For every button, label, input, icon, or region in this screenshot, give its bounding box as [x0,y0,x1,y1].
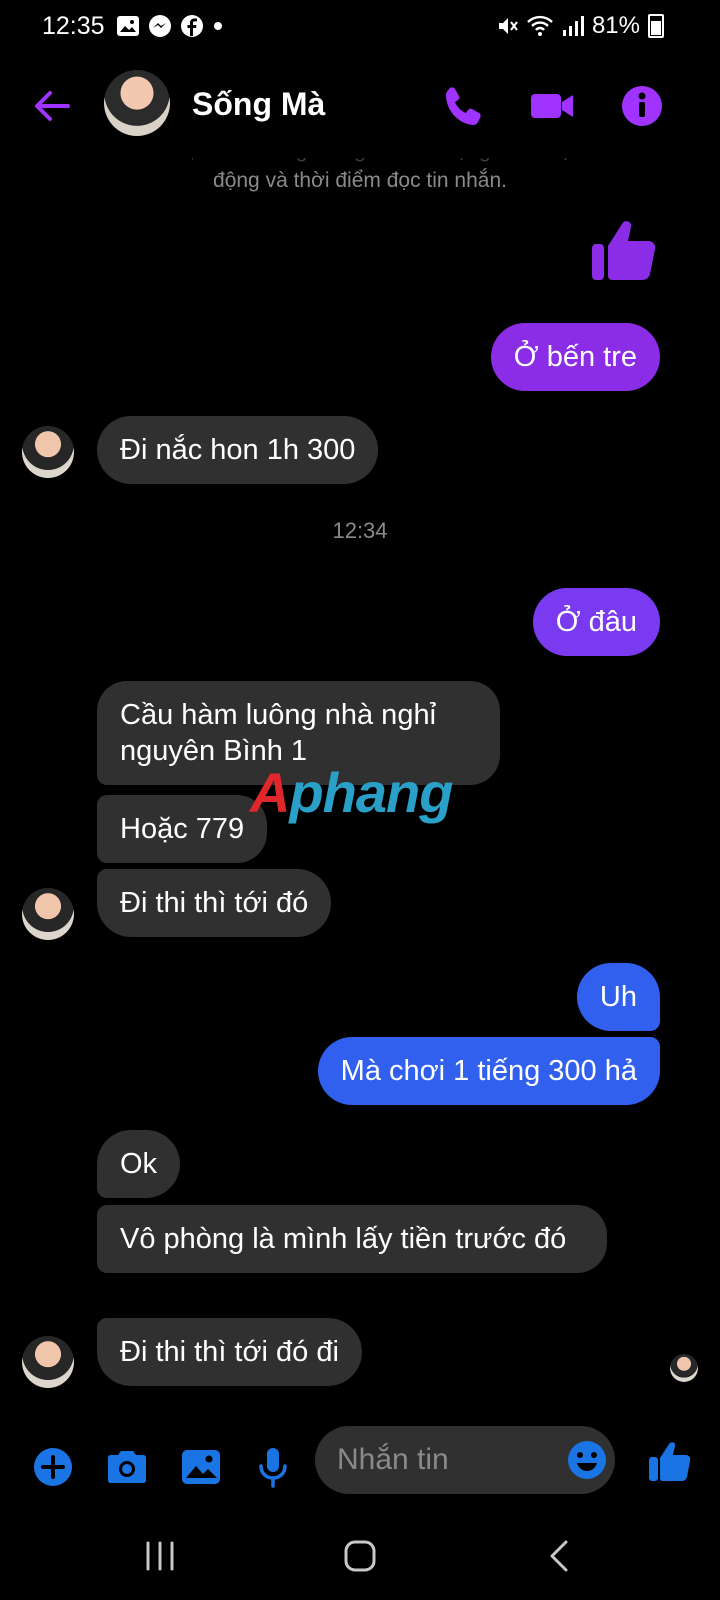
chat-header: Sống Mà [0,52,720,158]
message-bubble-in[interactable]: Hoặc 779 [97,795,268,863]
plus-icon[interactable] [30,1444,76,1490]
camera-icon[interactable] [104,1444,150,1490]
back-icon[interactable] [540,1536,580,1576]
mute-icon [498,18,518,34]
thumbs-up-icon[interactable] [648,1437,694,1483]
message-timestamp: 12:34 [332,518,388,543]
info-icon[interactable] [618,82,666,130]
contact-avatar-small[interactable] [22,888,74,940]
dot-icon [214,22,222,30]
recent-apps-icon[interactable] [140,1538,180,1574]
system-nav-bar [0,1520,720,1600]
system-icons: 81% [496,12,664,40]
info-line-2: động và thời điểm đọc tin nhắn. [213,169,507,192]
status-time: 12:35 [42,12,105,40]
watermark: Aphang [250,761,453,824]
contact-name[interactable]: Sống Mà [192,86,325,123]
back-arrow-icon[interactable] [30,84,74,128]
message-bubble-out[interactable]: Ở bến tre [490,323,660,391]
message-bubble-out[interactable]: Uh [576,963,660,1031]
video-camera-icon[interactable] [528,82,576,130]
battery-icon [648,14,664,38]
seen-receipt-avatar [670,1354,698,1382]
message-bubble-out[interactable]: Ở đâu [532,588,660,656]
contact-avatar[interactable] [104,70,170,136]
microphone-icon[interactable] [250,1444,296,1490]
message-bubble-in[interactable]: Vô phòng là mình lấy tiền trước đó [97,1205,607,1273]
wifi-icon [527,15,553,36]
emoji-icon[interactable] [565,1438,609,1482]
message-bubble-in[interactable]: Đi nắc hon 1h 300 [97,416,379,484]
message-bubble-out[interactable]: Mà chơi 1 tiếng 300 hả [317,1037,660,1105]
contact-avatar-small[interactable] [22,426,74,478]
facebook-icon [181,15,203,37]
image-icon[interactable] [178,1444,224,1490]
home-icon[interactable] [340,1536,380,1576]
message-bubble-in[interactable]: Ok [97,1130,181,1198]
status-bar: 12:35 81% [0,0,720,52]
notification-icons [116,14,224,38]
thumbs-up-sticker-icon [592,221,656,280]
messenger-icon [149,15,171,37]
gallery-icon [117,16,139,36]
contact-avatar-small[interactable] [22,1336,74,1388]
signal-icon [562,16,584,36]
phone-icon[interactable] [440,82,488,130]
message-bubble-in[interactable]: Đi thi thì tới đó đi [97,1318,362,1386]
battery-percent: 81% [591,12,640,39]
message-bubble-in[interactable]: Đi thi thì tới đó [97,869,332,937]
